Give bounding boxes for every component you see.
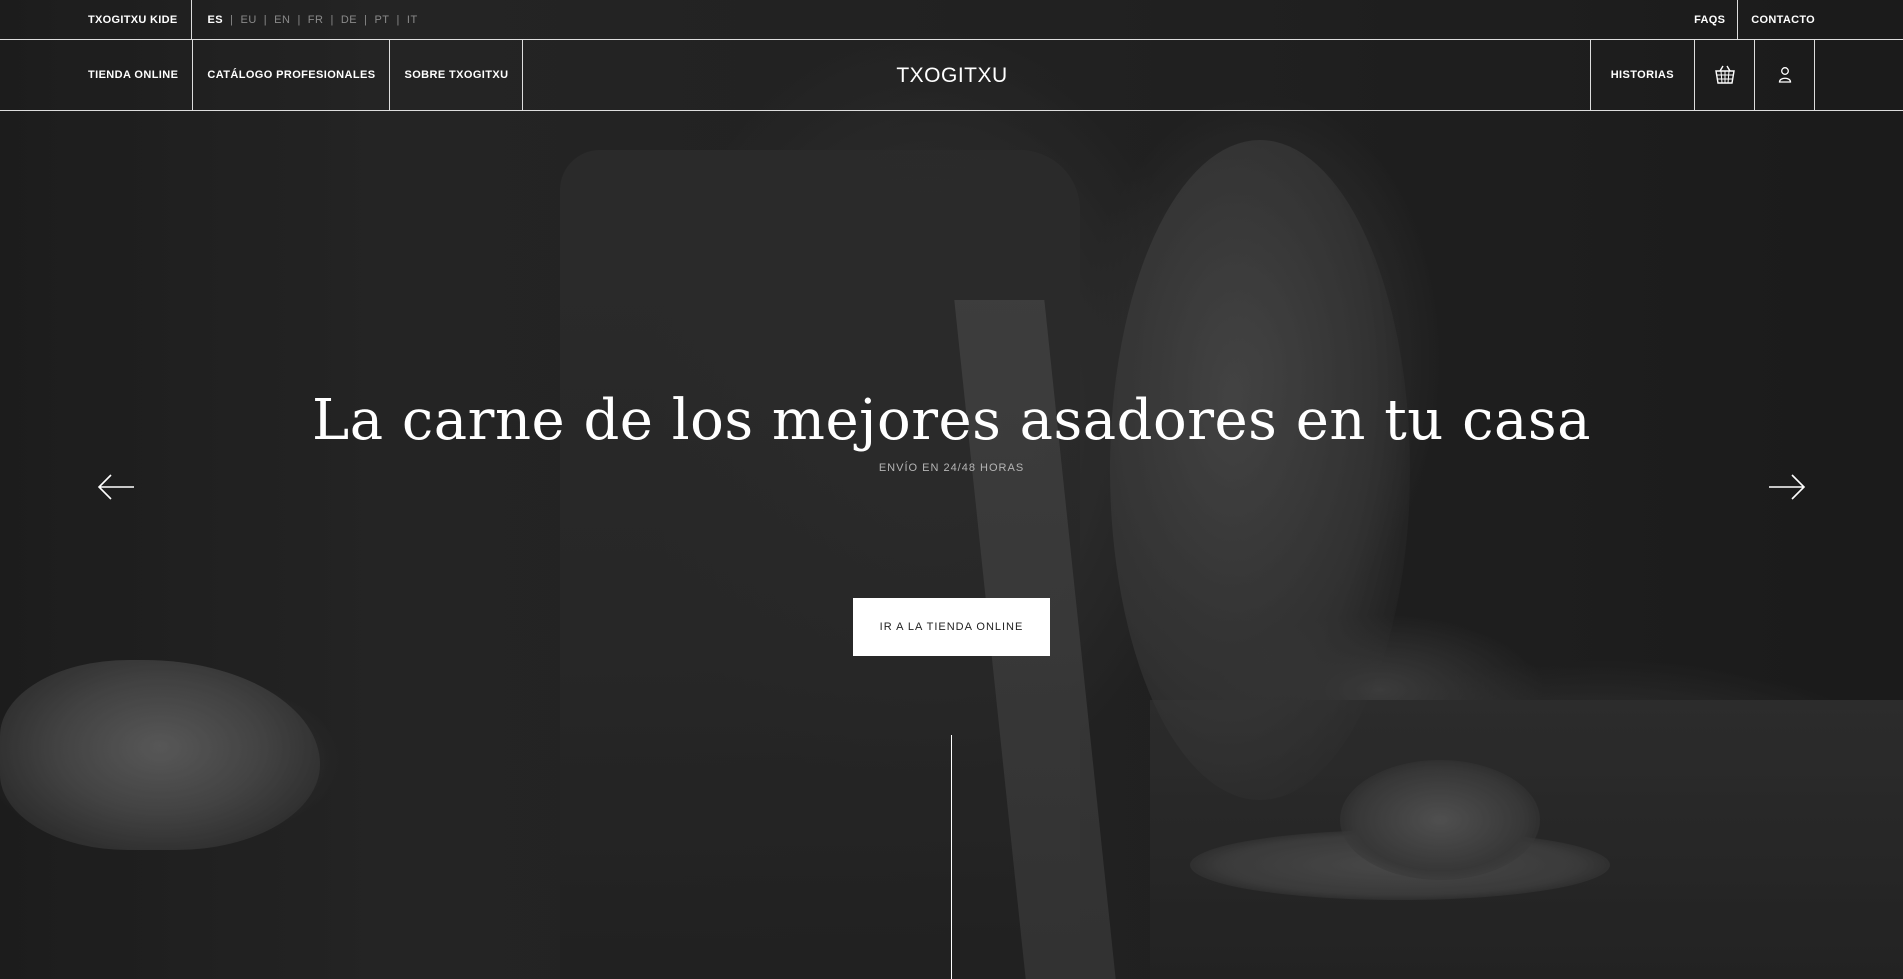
contact-link[interactable]: CONTACTO	[1738, 0, 1815, 39]
lang-separator: |	[364, 13, 368, 26]
cart-button[interactable]	[1694, 40, 1754, 110]
basket-icon	[1714, 65, 1735, 84]
hero-headline: La carne de los mejores asadores en tu c…	[312, 388, 1591, 453]
arrow-right-icon	[1769, 474, 1806, 500]
lang-separator: |	[396, 13, 400, 26]
lang-separator: |	[230, 13, 234, 26]
lang-separator: |	[297, 13, 301, 26]
hero-section: TXOGITXU KIDE ES | EU | EN | FR | DE | P…	[0, 0, 1903, 979]
lang-separator: |	[263, 13, 268, 26]
main-navigation: TIENDA ONLINE CATÁLOGO PROFESIONALES SOB…	[0, 40, 1903, 111]
hero-background-table	[1150, 700, 1903, 979]
nav-catalogo-profesionales[interactable]: CATÁLOGO PROFESIONALES	[193, 40, 391, 110]
carousel-prev-button[interactable]	[95, 470, 137, 504]
nav-left-group: TIENDA ONLINE CATÁLOGO PROFESIONALES SOB…	[88, 40, 524, 110]
go-to-shop-button[interactable]: IR A LA TIENDA ONLINE	[853, 598, 1050, 656]
lang-pt[interactable]: PT	[374, 14, 389, 26]
faqs-link[interactable]: FAQS	[1694, 0, 1739, 39]
scroll-indicator-line	[951, 735, 952, 979]
lang-en[interactable]: EN	[274, 14, 290, 26]
nav-tienda-online[interactable]: TIENDA ONLINE	[88, 40, 194, 110]
lang-de[interactable]: DE	[341, 14, 357, 26]
hero-background-plate	[1190, 830, 1610, 900]
carousel-next-button[interactable]	[1766, 470, 1808, 504]
hero-background-apron	[560, 150, 1080, 979]
arrow-left-icon	[97, 474, 134, 500]
account-button[interactable]	[1754, 40, 1815, 110]
hero-subline: ENVÍO EN 24/48 HORAS	[878, 462, 1025, 474]
nav-sobre-txogitxu[interactable]: SOBRE TXOGITXU	[390, 40, 524, 110]
txogitxu-kide-link[interactable]: TXOGITXU KIDE	[88, 0, 193, 39]
brand-logo[interactable]: TXOGITXU	[891, 62, 1013, 88]
hero-background-burgers	[1340, 760, 1540, 880]
lang-it[interactable]: IT	[407, 14, 418, 26]
logo-text: TXOGITXU	[896, 64, 1007, 87]
lang-separator: |	[330, 13, 334, 26]
hero-background-meat	[0, 660, 320, 850]
logo-wordmark: TXOGITXU	[896, 64, 1007, 87]
user-icon	[1778, 67, 1791, 83]
top-bar-left: TXOGITXU KIDE ES | EU | EN | FR | DE | P…	[88, 0, 418, 39]
lang-fr[interactable]: FR	[308, 14, 324, 26]
top-utility-bar: TXOGITXU KIDE ES | EU | EN | FR | DE | P…	[0, 0, 1903, 40]
nav-right-group: HISTORIAS	[1589, 40, 1815, 110]
language-switcher: ES | EU | EN | FR | DE | PT | IT	[192, 14, 417, 26]
lang-eu[interactable]: EU	[241, 14, 257, 26]
nav-historias[interactable]: HISTORIAS	[1589, 40, 1694, 110]
lang-es[interactable]: ES	[207, 14, 223, 26]
top-bar-right: FAQS CONTACTO	[1694, 0, 1815, 39]
